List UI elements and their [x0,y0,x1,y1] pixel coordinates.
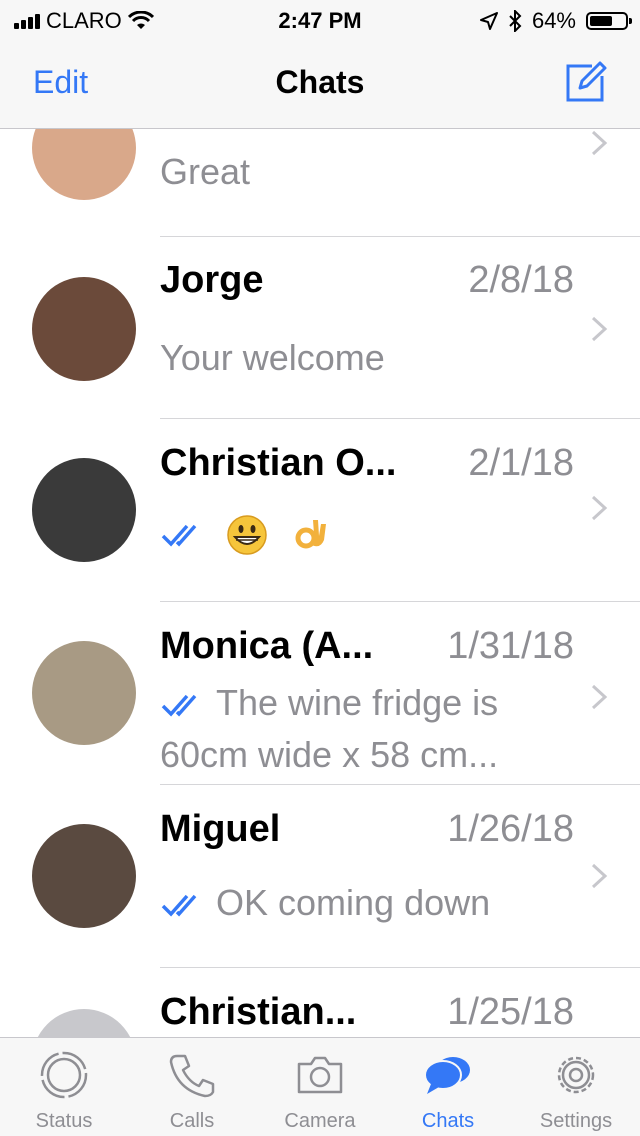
chevron-right-icon [591,316,608,342]
tab-label: Chats [421,1110,475,1132]
tab-chats[interactable]: Chats [384,1038,512,1136]
tab-label: Calls [169,1110,215,1132]
tab-calls[interactable]: Calls [128,1038,256,1136]
chevron-right-icon [591,684,608,710]
chat-row[interactable]: Miguel 1/26/18 OK coming down [0,786,640,968]
double-check-icon [161,525,197,548]
gear-icon [557,1056,595,1094]
chat-date: 2/1/18 [468,442,574,484]
chat-preview [160,512,560,556]
chat-preview: Your welcome [160,337,385,378]
tab-label: Camera [284,1110,356,1132]
grinning-face-emoji-icon [227,515,267,556]
chat-list[interactable]: Great Jorge 2/8/18 Your welcome Christia… [0,129,640,1037]
chat-name: Christian... [160,991,357,1033]
compose-icon[interactable] [562,58,610,106]
location-arrow-icon [479,12,498,30]
avatar [32,1009,136,1037]
chevron-right-icon [591,495,608,521]
tab-settings[interactable]: Settings [512,1038,640,1136]
chat-name: Christian O... [160,442,397,484]
chat-name: Miguel [160,808,281,850]
page-title: Chats [275,64,365,100]
chevron-right-icon [591,130,608,156]
avatar [32,824,136,928]
chat-preview: Great [160,151,251,192]
chat-name: Jorge [160,259,264,301]
chat-row[interactable]: Christian... 1/25/18 [0,969,640,1037]
phone-icon [169,1054,215,1098]
avatar [32,641,136,745]
chat-date: 1/25/18 [447,991,574,1033]
status-icon [40,1051,88,1099]
battery-icon [586,12,632,30]
status-bar: CLARO 2:47 PM 64% [0,0,640,40]
ok-hand-emoji-icon [295,520,327,549]
avatar [32,277,136,381]
avatar [32,129,136,200]
tab-bar: Status Calls Camera Chats Settings [0,1037,640,1136]
chat-row[interactable]: Jorge 2/8/18 Your welcome [0,237,640,419]
chats-icon [424,1057,470,1094]
tab-status[interactable]: Status [0,1038,128,1136]
double-check-icon [161,695,197,718]
battery-level [590,16,612,26]
chat-date: 1/26/18 [447,808,574,850]
chat-name: Monica (A... [160,625,374,667]
chat-preview: OK coming down [160,882,560,924]
chat-row[interactable]: Great [0,129,640,237]
tab-label: Settings [539,1110,613,1132]
chevron-right-icon [591,863,608,889]
double-check-icon [161,895,197,918]
battery-percent: 64% [531,8,576,33]
tab-label: Status [35,1110,93,1132]
bluetooth-icon [509,10,522,32]
chat-row[interactable]: Monica (A... 1/31/18 The wine fridge is … [0,603,640,785]
chat-date: 2/8/18 [468,259,574,301]
camera-icon [297,1056,343,1094]
chat-row[interactable]: Christian O... 2/1/18 [0,420,640,602]
navigation-bar: Edit Chats [0,40,640,129]
chat-preview: The wine fridge is 60cm wide x 58 cm... [160,682,499,775]
avatar [32,458,136,562]
chat-date: 1/31/18 [447,625,574,667]
tab-camera[interactable]: Camera [256,1038,384,1136]
